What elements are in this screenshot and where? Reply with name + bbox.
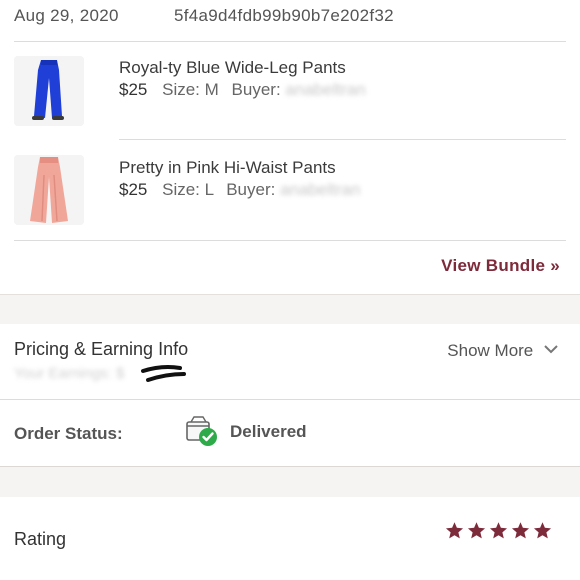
item-name[interactable]: Pretty in Pink Hi-Waist Pants bbox=[119, 158, 336, 178]
order-header: Aug 29, 2020 5f4a9d4fdb99b90b7e202f32 bbox=[0, 0, 580, 40]
order-status-label: Order Status: bbox=[14, 424, 123, 443]
section-separator bbox=[0, 294, 580, 324]
order-item[interactable]: Pretty in Pink Hi-Waist Pants $25 Size: … bbox=[0, 155, 580, 235]
item-price: $25 bbox=[119, 180, 148, 199]
size-label: Size: bbox=[162, 180, 200, 199]
size-value: M bbox=[204, 80, 219, 99]
item-meta: $25 Size: M Buyer: anabeltran bbox=[119, 80, 366, 100]
blue-pants-image bbox=[14, 56, 84, 126]
order-item[interactable]: Royal-ty Blue Wide-Leg Pants $25 Size: M… bbox=[0, 55, 580, 135]
show-more-label: Show More bbox=[447, 341, 534, 360]
buyer-label: Buyer: bbox=[226, 180, 276, 199]
star-icon bbox=[511, 522, 530, 539]
section-separator bbox=[0, 466, 580, 497]
item-thumbnail[interactable] bbox=[14, 155, 84, 225]
order-date: Aug 29, 2020 bbox=[14, 6, 119, 25]
rating-label: Rating bbox=[14, 529, 67, 549]
item-meta: $25 Size: L Buyer: anabeltran bbox=[119, 180, 360, 200]
view-bundle-link[interactable]: View Bundle » bbox=[441, 256, 560, 276]
order-status-section: Order Status: Delivered bbox=[0, 400, 580, 466]
star-icon bbox=[445, 522, 464, 539]
pricing-section: Pricing & Earning Info Your Earnings: $ … bbox=[0, 325, 580, 399]
rating-stars bbox=[445, 521, 552, 540]
buyer-label: Buyer: bbox=[231, 80, 281, 99]
package-delivered-icon bbox=[185, 414, 219, 448]
chevron-down-icon bbox=[544, 339, 558, 359]
order-status-value: Delivered bbox=[230, 422, 307, 441]
divider bbox=[14, 240, 566, 241]
redaction-mark bbox=[141, 365, 186, 382]
size-value: L bbox=[204, 180, 214, 199]
buyer-name: anabeltran bbox=[280, 180, 361, 199]
star-icon bbox=[467, 522, 486, 539]
order-id: 5f4a9d4fdb99b90b7e202f32 bbox=[174, 6, 394, 25]
item-price: $25 bbox=[119, 80, 148, 99]
item-name[interactable]: Royal-ty Blue Wide-Leg Pants bbox=[119, 58, 346, 78]
rating-section: Rating bbox=[0, 497, 580, 580]
pricing-title: Pricing & Earning Info bbox=[14, 339, 189, 359]
buyer-name: anabeltran bbox=[285, 80, 366, 99]
divider bbox=[119, 139, 566, 140]
star-icon bbox=[533, 522, 552, 539]
show-more-button[interactable]: Show More bbox=[447, 339, 558, 361]
star-icon bbox=[489, 522, 508, 539]
earnings-text: Your Earnings: $ bbox=[14, 365, 125, 382]
pink-pants-image bbox=[14, 155, 84, 225]
divider bbox=[14, 41, 566, 42]
item-thumbnail[interactable] bbox=[14, 56, 84, 126]
size-label: Size: bbox=[162, 80, 200, 99]
